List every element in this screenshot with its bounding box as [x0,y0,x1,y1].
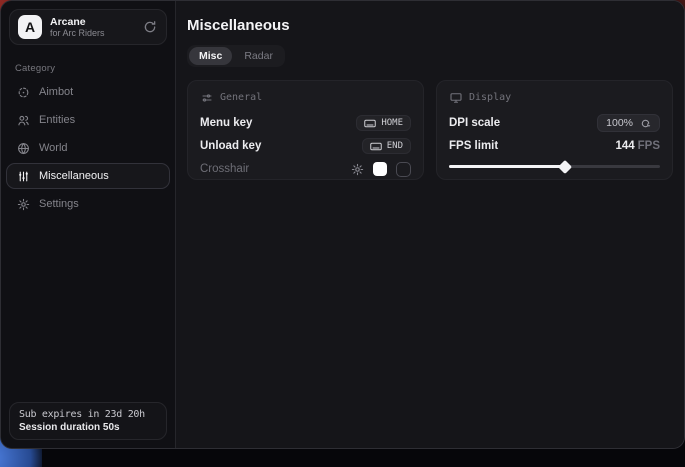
dpi-scale-label: DPI scale [449,117,500,129]
crosshair-label: Crosshair [200,163,249,175]
gear-icon [17,198,30,211]
crosshair-settings-gear-icon[interactable] [351,163,364,176]
keyboard-icon [364,119,376,128]
menu-key-label: Menu key [200,117,252,129]
main-content: Miscellaneous Misc Radar General Menu ke… [176,1,685,448]
keyboard-icon [370,142,382,151]
unload-key-label: Unload key [200,140,261,152]
sidebar-item-miscellaneous[interactable]: Miscellaneous [6,163,170,189]
menu-key-row: Menu key HOME [200,112,411,134]
sidebar-item-label: Aimbot [39,86,73,98]
globe-icon [17,142,30,155]
general-card-header: General [200,91,411,104]
display-card-title: Display [469,92,511,103]
app-logo: A [18,15,42,39]
fps-value-number: 144 [615,140,634,152]
app-header-card: A Arcane for Arc Riders [9,9,167,45]
menu-key-value: HOME [381,118,403,128]
fps-limit-value: 144 FPS [615,140,660,152]
dpi-scale-select[interactable]: 100% [597,114,660,132]
sidebar-item-entities[interactable]: Entities [6,107,170,133]
display-card: Display DPI scale 100% FPS limit [436,80,673,180]
adjustments-icon [200,91,213,104]
sidebar-item-aimbot[interactable]: Aimbot [6,79,170,105]
subscription-info-card: Sub expires in 23d 20h Session duration … [9,402,167,440]
sidebar-item-label: Entities [39,114,75,126]
target-icon [17,86,30,99]
category-label: Category [15,63,175,74]
sub-expires-text: Sub expires in 23d 20h [19,409,157,420]
app-window: A Arcane for Arc Riders Category Aimbot [0,0,685,449]
app-subtitle: for Arc Riders [50,28,134,38]
tab-misc[interactable]: Misc [189,47,232,65]
sidebar-nav: Aimbot Entities World [1,78,175,218]
general-card-title: General [220,92,262,103]
fps-limit-row: FPS limit 144 FPS [449,135,660,157]
fps-slider-fill [449,165,565,168]
sidebar-item-label: Miscellaneous [39,170,109,182]
crosshair-color-swatch[interactable] [373,162,387,176]
tab-radar[interactable]: Radar [234,47,283,65]
dpi-scale-row: DPI scale 100% [449,112,660,134]
general-card: General Menu key HOME Unload key [187,80,424,180]
sidebar-item-world[interactable]: World [6,135,170,161]
sidebar-item-label: Settings [39,198,79,210]
fps-limit-slider[interactable] [449,160,660,172]
cycle-icon [640,118,651,129]
users-icon [17,114,30,127]
unload-key-bind-button[interactable]: END [362,138,411,154]
app-titles: Arcane for Arc Riders [50,16,134,38]
unload-key-value: END [387,141,403,151]
cards-row: General Menu key HOME Unload key [187,80,673,180]
app-title: Arcane [50,16,134,28]
fps-limit-label: FPS limit [449,140,498,152]
sidebar: A Arcane for Arc Riders Category Aimbot [1,1,176,448]
fps-slider-thumb[interactable] [558,159,572,173]
sliders-icon [17,170,30,183]
sync-icon[interactable] [142,19,158,35]
fps-value-unit: FPS [638,140,660,152]
unload-key-row: Unload key END [200,135,411,157]
crosshair-row: Crosshair [200,158,411,180]
crosshair-checkbox[interactable] [396,162,411,177]
monitor-icon [449,91,462,104]
dpi-scale-value: 100% [606,117,633,129]
menu-key-bind-button[interactable]: HOME [356,115,411,131]
crosshair-controls [351,162,411,177]
sidebar-item-settings[interactable]: Settings [6,191,170,217]
display-card-header: Display [449,91,660,104]
tab-bar: Misc Radar [187,45,285,67]
sidebar-item-label: World [39,142,68,154]
page-title: Miscellaneous [187,17,673,34]
session-duration-text: Session duration 50s [19,422,157,433]
